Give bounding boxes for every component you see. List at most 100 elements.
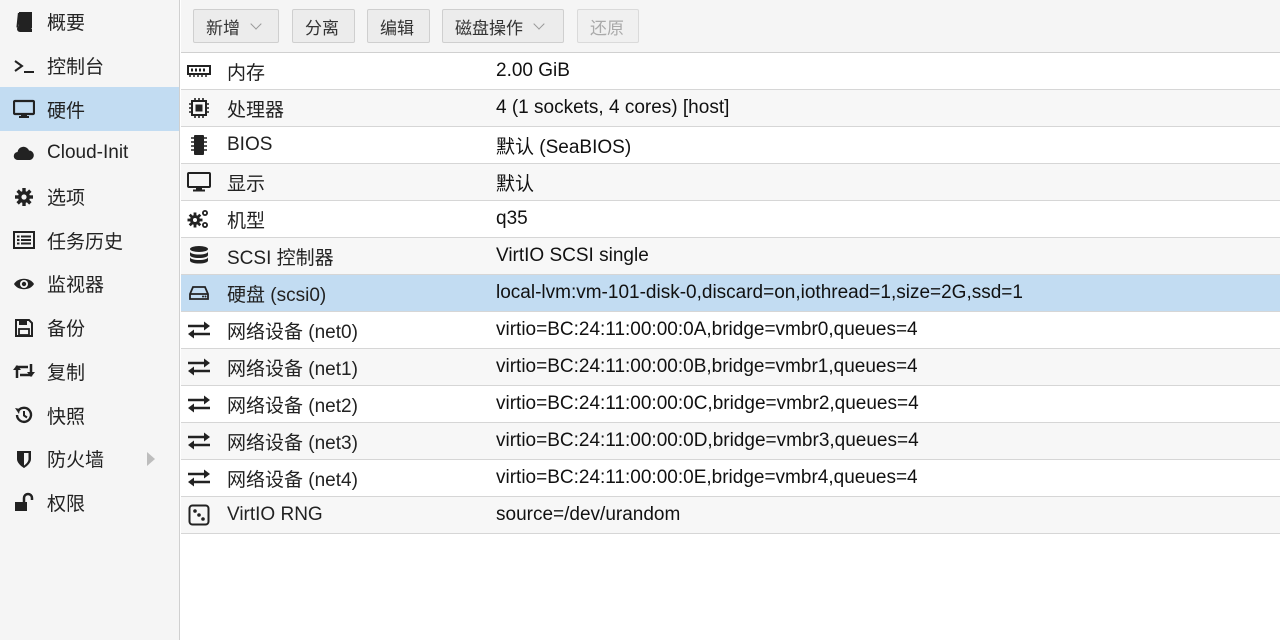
hardware-row-processor[interactable]: 处理器 4 (1 sockets, 4 cores) [host]	[181, 90, 1280, 127]
book-icon	[12, 10, 36, 34]
microchip-icon	[187, 133, 211, 157]
add-button[interactable]: 新增	[193, 9, 279, 43]
hardware-name: 网络设备 (net4)	[227, 469, 358, 491]
sidebar-item-replication[interactable]: 复制	[0, 350, 179, 394]
edit-button-label: 编辑	[380, 18, 414, 38]
exchange-icon	[187, 392, 211, 416]
chevron-down-icon	[533, 18, 545, 30]
sidebar-item-firewall[interactable]: 防火墙	[0, 437, 179, 481]
sidebar-item-task-history[interactable]: 任务历史	[0, 218, 179, 262]
hardware-value: local-lvm:vm-101-disk-0,discard=on,iothr…	[496, 282, 1023, 303]
disk-action-button[interactable]: 磁盘操作	[442, 9, 564, 43]
monitor-icon	[187, 170, 211, 194]
hardware-row-net2[interactable]: 网络设备 (net2) virtio=BC:24:11:00:00:0C,bri…	[181, 386, 1280, 423]
sidebar-item-label: 防火墙	[47, 450, 105, 472]
hardware-row-net3[interactable]: 网络设备 (net3) virtio=BC:24:11:00:00:0D,bri…	[181, 423, 1280, 460]
app-window: 概要 控制台 硬件 Cloud-Init 选项 任务历史 监视器 备份 复制 快…	[0, 0, 1280, 640]
hardware-name: 机型	[227, 210, 266, 232]
retweet-icon	[12, 359, 36, 383]
hardware-name: 显示	[227, 173, 266, 195]
shield-icon	[12, 447, 36, 471]
sidebar-item-label: 概要	[47, 13, 86, 35]
sidebar-item-summary[interactable]: 概要	[0, 0, 179, 44]
hardware-name: 网络设备 (net1)	[227, 358, 358, 380]
sidebar-item-label: 快照	[47, 406, 86, 428]
unlock-icon	[12, 490, 36, 514]
hardware-name: SCSI 控制器	[227, 247, 334, 269]
cogs-icon	[187, 207, 211, 231]
disk-action-button-label: 磁盘操作	[455, 18, 523, 38]
hardware-row-memory[interactable]: 内存 2.00 GiB	[181, 53, 1280, 90]
sidebar-item-label: 选项	[47, 188, 86, 210]
revert-button-label: 还原	[590, 18, 624, 38]
hardware-value: 4 (1 sockets, 4 cores) [host]	[496, 97, 730, 118]
sidebar-item-options[interactable]: 选项	[0, 175, 179, 219]
dice-icon	[187, 503, 211, 527]
sidebar-item-label: 复制	[47, 362, 86, 384]
hardware-value: virtio=BC:24:11:00:00:0A,bridge=vmbr0,qu…	[496, 319, 918, 340]
sidebar-item-label: Cloud-Init	[47, 141, 129, 163]
sidebar-item-label: 权限	[47, 493, 86, 515]
cloud-icon	[12, 141, 36, 165]
hardware-value: VirtIO SCSI single	[496, 245, 649, 266]
hardware-value: q35	[496, 208, 528, 229]
list-icon	[12, 228, 36, 252]
expand-arrow-icon[interactable]	[147, 451, 155, 466]
revert-button[interactable]: 还原	[577, 9, 639, 43]
sidebar-item-label: 硬件	[47, 100, 86, 122]
hardware-value: 默认	[496, 173, 535, 195]
hardware-value: 默认 (SeaBIOS)	[496, 136, 632, 158]
hardware-row-net0[interactable]: 网络设备 (net0) virtio=BC:24:11:00:00:0A,bri…	[181, 312, 1280, 349]
toolbar: 新增 分离 编辑 磁盘操作 还原	[181, 0, 1280, 53]
sidebar-item-permissions[interactable]: 权限	[0, 481, 179, 525]
hardware-grid: 内存 2.00 GiB 处理器 4 (1 sockets, 4 cores) […	[181, 53, 1280, 534]
hardware-name: BIOS	[227, 134, 273, 155]
sidebar-item-backup[interactable]: 备份	[0, 306, 179, 350]
eye-icon	[12, 272, 36, 296]
edit-button[interactable]: 编辑	[367, 9, 430, 43]
sidebar-item-monitor[interactable]: 监视器	[0, 262, 179, 306]
hardware-value: virtio=BC:24:11:00:00:0C,bridge=vmbr2,qu…	[496, 393, 919, 414]
hardware-name: 网络设备 (net0)	[227, 321, 358, 343]
sidebar-item-hardware[interactable]: 硬件	[0, 87, 179, 132]
hardware-value: virtio=BC:24:11:00:00:0D,bridge=vmbr3,qu…	[496, 430, 919, 451]
hardware-name: 网络设备 (net2)	[227, 395, 358, 417]
hardware-row-bios[interactable]: BIOS 默认 (SeaBIOS)	[181, 127, 1280, 164]
sidebar-item-label: 监视器	[47, 275, 105, 297]
exchange-icon	[187, 429, 211, 453]
hardware-row-virtio-rng[interactable]: VirtIO RNG source=/dev/urandom	[181, 497, 1280, 534]
exchange-icon	[187, 355, 211, 379]
hardware-value: virtio=BC:24:11:00:00:0E,bridge=vmbr4,qu…	[496, 467, 918, 488]
gear-icon	[12, 185, 36, 209]
sidebar-item-label: 控制台	[47, 57, 105, 79]
terminal-icon	[12, 54, 36, 78]
hardware-value: source=/dev/urandom	[496, 504, 681, 525]
cpu-icon	[187, 96, 211, 120]
hardware-name: 网络设备 (net3)	[227, 432, 358, 454]
history-icon	[12, 403, 36, 427]
hardware-row-net1[interactable]: 网络设备 (net1) virtio=BC:24:11:00:00:0B,bri…	[181, 349, 1280, 386]
hardware-name: 内存	[227, 62, 266, 84]
sidebar-item-cloud-init[interactable]: Cloud-Init	[0, 131, 179, 175]
hdd-icon	[187, 281, 211, 305]
detach-button[interactable]: 分离	[292, 9, 355, 43]
sidebar-item-snapshots[interactable]: 快照	[0, 393, 179, 437]
sidebar-item-label: 备份	[47, 319, 86, 341]
detach-button-label: 分离	[305, 18, 339, 38]
chevron-down-icon	[250, 18, 262, 30]
add-button-label: 新增	[206, 18, 240, 38]
hardware-row-display[interactable]: 显示 默认	[181, 164, 1280, 201]
hardware-row-scsi-controller[interactable]: SCSI 控制器 VirtIO SCSI single	[181, 238, 1280, 275]
hardware-row-hard-disk[interactable]: 硬盘 (scsi0) local-lvm:vm-101-disk-0,disca…	[181, 275, 1280, 312]
hardware-name: 处理器	[227, 99, 285, 121]
sidebar-item-label: 任务历史	[47, 231, 124, 253]
memory-icon	[187, 59, 211, 83]
hardware-value: virtio=BC:24:11:00:00:0B,bridge=vmbr1,qu…	[496, 356, 918, 377]
sidebar-item-console[interactable]: 控制台	[0, 44, 179, 88]
desktop-icon	[12, 97, 36, 121]
hardware-name: 硬盘 (scsi0)	[227, 284, 327, 306]
hardware-row-machine[interactable]: 机型 q35	[181, 201, 1280, 238]
hardware-row-net4[interactable]: 网络设备 (net4) virtio=BC:24:11:00:00:0E,bri…	[181, 460, 1280, 497]
floppy-icon	[12, 316, 36, 340]
hardware-name: VirtIO RNG	[227, 504, 323, 525]
